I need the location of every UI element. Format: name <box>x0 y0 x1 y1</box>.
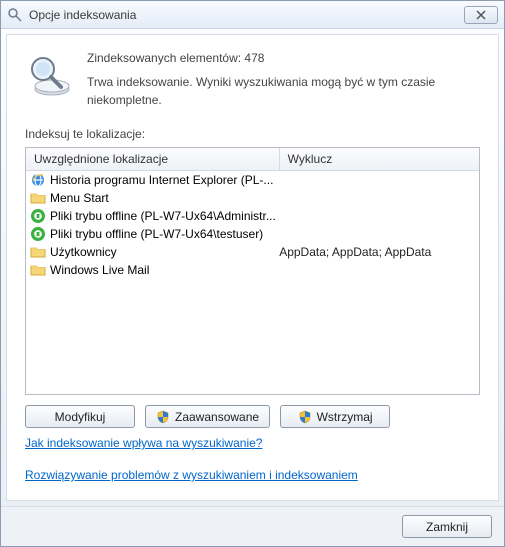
column-exclude[interactable]: Wyklucz <box>280 148 479 170</box>
list-body: Historia programu Internet Explorer (PL-… <box>26 171 479 394</box>
advanced-button[interactable]: Zaawansowane <box>145 405 270 428</box>
locations-label: Indeksuj te lokalizacje: <box>25 127 480 141</box>
list-item-location: Użytkownicy <box>30 244 279 260</box>
list-item-exclude: AppData; AppData; AppData <box>279 245 475 259</box>
content-area: Zindeksowanych elementów: 478 Trwa indek… <box>6 34 499 501</box>
close-dialog-label: Zamknij <box>426 520 468 534</box>
close-icon <box>476 10 486 20</box>
list-item-label: Menu Start <box>50 191 109 205</box>
advanced-button-label: Zaawansowane <box>175 410 259 424</box>
link-troubleshoot[interactable]: Rozwiązywanie problemów z wyszukiwaniem … <box>25 468 480 482</box>
list-item-label: Pliki trybu offline (PL-W7-Ux64\testuser… <box>50 227 263 241</box>
indexed-count-label: Zindeksowanych elementów: <box>87 51 241 65</box>
folder-icon <box>30 262 46 278</box>
indexing-status-text: Trwa indeksowanie. Wyniki wyszukiwania m… <box>87 73 480 109</box>
list-item-location: Pliki trybu offline (PL-W7-Ux64\testuser… <box>30 226 279 242</box>
list-item[interactable]: Pliki trybu offline (PL-W7-Ux64\testuser… <box>26 225 479 243</box>
list-item[interactable]: Windows Live Mail <box>26 261 479 279</box>
list-item-label: Pliki trybu offline (PL-W7-Ux64\Administ… <box>50 209 276 223</box>
header-block: Zindeksowanych elementów: 478 Trwa indek… <box>25 47 480 109</box>
locations-list[interactable]: Uwzględnione lokalizacje Wyklucz Histori… <box>25 147 480 395</box>
indexing-options-window: Opcje indeksowania <box>0 0 505 547</box>
footer: Zamknij <box>1 506 504 546</box>
header-text: Zindeksowanych elementów: 478 Trwa indek… <box>87 47 480 109</box>
list-item-label: Windows Live Mail <box>50 263 149 277</box>
action-buttons: Modyfikuj Zaawansowane <box>25 405 480 428</box>
folder-icon <box>30 190 46 206</box>
shield-icon <box>298 410 312 424</box>
column-included[interactable]: Uwzględnione lokalizacje <box>26 148 280 170</box>
ie-icon <box>30 172 46 188</box>
list-item[interactable]: Historia programu Internet Explorer (PL-… <box>26 171 479 189</box>
close-button[interactable] <box>464 6 498 24</box>
list-item-location: Pliki trybu offline (PL-W7-Ux64\Administ… <box>30 208 279 224</box>
indexed-count-value: 478 <box>244 51 264 65</box>
modify-button[interactable]: Modyfikuj <box>25 405 135 428</box>
sync-icon <box>30 226 46 242</box>
indexed-count-line: Zindeksowanych elementów: 478 <box>87 49 480 67</box>
list-item[interactable]: Pliki trybu offline (PL-W7-Ux64\Administ… <box>26 207 479 225</box>
link-how-affects-search[interactable]: Jak indeksowanie wpływa na wyszukiwanie? <box>25 436 480 450</box>
list-item[interactable]: Menu Start <box>26 189 479 207</box>
magnifier-drive-icon <box>25 51 73 99</box>
window-title: Opcje indeksowania <box>29 8 464 22</box>
list-item-label: Historia programu Internet Explorer (PL-… <box>50 173 273 187</box>
list-item-location: Windows Live Mail <box>30 262 279 278</box>
list-item-label: Użytkownicy <box>50 245 117 259</box>
pause-button-label: Wstrzymaj <box>317 410 373 424</box>
list-item-location: Menu Start <box>30 190 279 206</box>
list-item-location: Historia programu Internet Explorer (PL-… <box>30 172 279 188</box>
pause-button[interactable]: Wstrzymaj <box>280 405 390 428</box>
sync-icon <box>30 208 46 224</box>
list-item[interactable]: Użytkownicy AppData; AppData; AppData <box>26 243 479 261</box>
shield-icon <box>156 410 170 424</box>
folder-icon <box>30 244 46 260</box>
titlebar: Opcje indeksowania <box>1 1 504 29</box>
list-header: Uwzględnione lokalizacje Wyklucz <box>26 148 479 171</box>
modify-button-label: Modyfikuj <box>55 410 106 424</box>
close-dialog-button[interactable]: Zamknij <box>402 515 492 538</box>
search-icon <box>7 7 23 23</box>
